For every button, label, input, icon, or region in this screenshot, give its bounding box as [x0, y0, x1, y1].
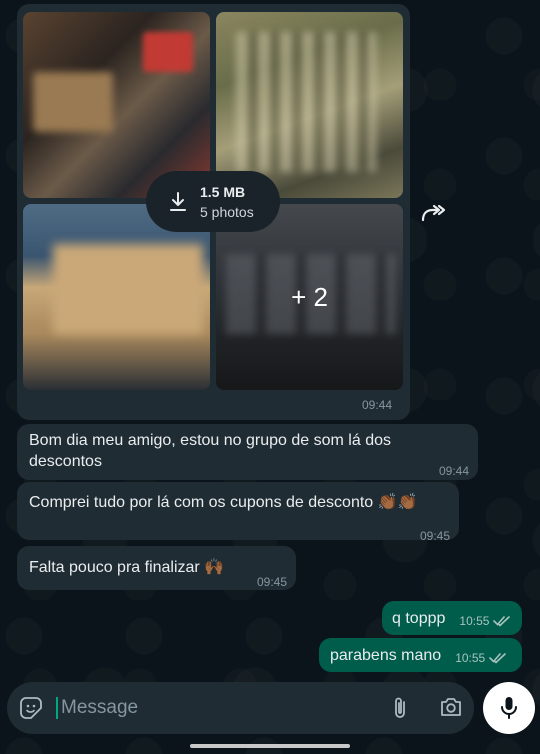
download-album-button[interactable]: 1.5 MB 5 photos: [146, 171, 280, 232]
message-input[interactable]: [61, 692, 361, 724]
attach-icon[interactable]: [390, 695, 410, 721]
clapping-emoji: 👏🏾👏🏾: [377, 494, 418, 511]
message-timestamp: 09:45: [419, 529, 450, 543]
incoming-message-3[interactable]: Falta pouco pra finalizar 🙌🏾 09:45: [17, 546, 296, 590]
message-timestamp: 09:45: [256, 575, 287, 589]
home-indicator[interactable]: [190, 744, 350, 748]
download-icon: [170, 191, 186, 211]
message-composer: [7, 682, 474, 734]
message-text: parabens mano: [330, 646, 442, 664]
outgoing-message-2[interactable]: parabens mano 10:55: [319, 638, 522, 672]
message-timestamp: 10:55: [455, 650, 486, 665]
message-text: Comprei tudo por lá com os cupons de des…: [29, 494, 418, 511]
sticker-icon[interactable]: [19, 696, 43, 720]
raised-hands-emoji: 🙌🏾: [204, 559, 225, 576]
download-count: 5 photos: [200, 203, 254, 220]
text-cursor: [56, 697, 58, 719]
message-text: Bom dia meu amigo, estou no grupo de som…: [29, 432, 391, 470]
incoming-message-2[interactable]: Comprei tudo por lá com os cupons de des…: [17, 482, 459, 543]
voice-message-button[interactable]: [483, 682, 535, 734]
camera-icon[interactable]: [439, 696, 463, 718]
message-text: q toppp: [392, 609, 446, 627]
forward-icon[interactable]: [420, 203, 446, 225]
double-check-icon: [489, 653, 507, 664]
double-check-icon: [493, 616, 511, 627]
message-timestamp: 09:44: [438, 464, 469, 478]
message-timestamp: 10:55: [459, 613, 490, 628]
microphone-icon: [501, 697, 517, 719]
outgoing-message-1[interactable]: q toppp 10:55: [382, 601, 522, 635]
message-text: Falta pouco pra finalizar 🙌🏾: [29, 559, 225, 576]
download-size: 1.5 MB: [200, 183, 246, 200]
album-timestamp: 09:44: [362, 398, 393, 412]
incoming-message-1[interactable]: Bom dia meu amigo, estou no grupo de som…: [17, 424, 478, 480]
more-photos-count: + 2: [291, 281, 328, 312]
